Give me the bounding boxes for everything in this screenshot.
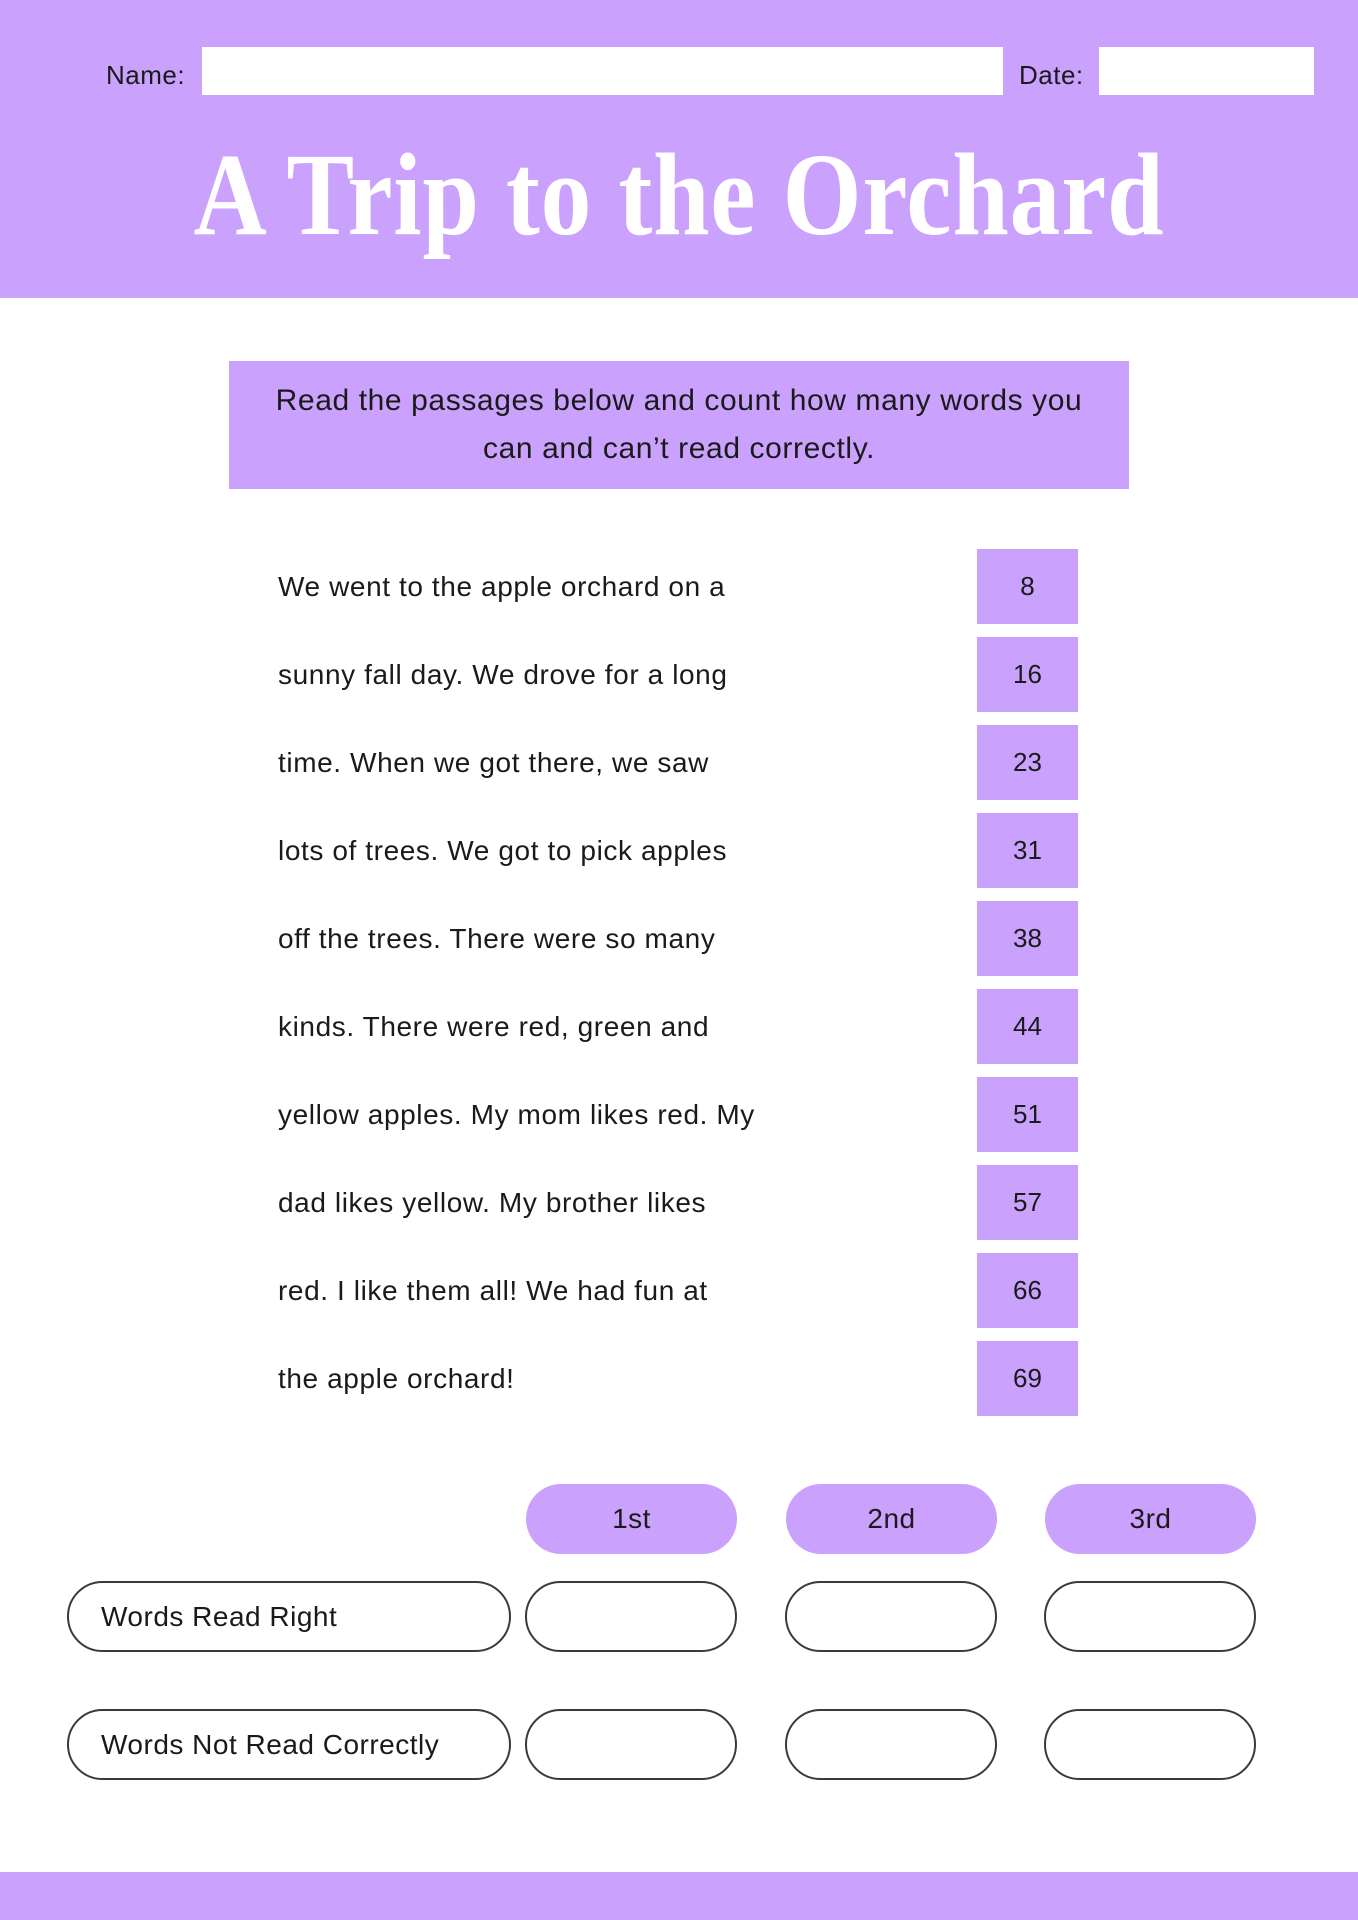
word-count-box: 38 bbox=[977, 901, 1078, 976]
passage-line-text: dad likes yellow. My brother likes bbox=[278, 1187, 707, 1218]
word-count-box: 16 bbox=[977, 637, 1078, 712]
passage-line-text: off the trees. There were so many bbox=[278, 923, 716, 954]
instructions-box: Read the passages below and count how ma… bbox=[229, 361, 1129, 489]
score-cell-right-3rd[interactable] bbox=[1044, 1581, 1256, 1652]
passage-line: time. When we got there, we saw 23 bbox=[278, 725, 1078, 813]
word-count-box: 66 bbox=[977, 1253, 1078, 1328]
passage-line: dad likes yellow. My brother likes 57 bbox=[278, 1165, 1078, 1253]
word-count-box: 51 bbox=[977, 1077, 1078, 1152]
score-cell-wrong-1st[interactable] bbox=[525, 1709, 737, 1780]
passage-line: red. I like them all! We had fun at 66 bbox=[278, 1253, 1078, 1341]
score-cell-right-1st[interactable] bbox=[525, 1581, 737, 1652]
date-field[interactable] bbox=[1099, 47, 1314, 95]
passage-line: lots of trees. We got to pick apples 31 bbox=[278, 813, 1078, 901]
score-cell-wrong-3rd[interactable] bbox=[1044, 1709, 1256, 1780]
passage-line: kinds. There were red, green and 44 bbox=[278, 989, 1078, 1077]
score-cell-wrong-2nd[interactable] bbox=[785, 1709, 997, 1780]
passage-line: sunny fall day. We drove for a long 16 bbox=[278, 637, 1078, 725]
column-header-2nd: 2nd bbox=[786, 1484, 997, 1554]
passage-line-text: red. I like them all! We had fun at bbox=[278, 1275, 708, 1306]
header-banner: Name: Date: A Trip to the Orchard bbox=[0, 0, 1358, 298]
footer-bar bbox=[0, 1872, 1358, 1920]
passage: We went to the apple orchard on a 8 sunn… bbox=[278, 549, 1078, 1429]
word-count-box: 57 bbox=[977, 1165, 1078, 1240]
passage-line-text: time. When we got there, we saw bbox=[278, 747, 709, 778]
score-cell-right-2nd[interactable] bbox=[785, 1581, 997, 1652]
name-field[interactable] bbox=[202, 47, 1003, 95]
column-header-3rd: 3rd bbox=[1045, 1484, 1256, 1554]
date-label: Date: bbox=[1019, 60, 1084, 90]
name-label: Name: bbox=[106, 60, 186, 90]
passage-line: yellow apples. My mom likes red. My 51 bbox=[278, 1077, 1078, 1165]
word-count-box: 23 bbox=[977, 725, 1078, 800]
word-count-box: 44 bbox=[977, 989, 1078, 1064]
passage-line-text: sunny fall day. We drove for a long bbox=[278, 659, 728, 690]
passage-line-text: kinds. There were red, green and bbox=[278, 1011, 710, 1042]
passage-line-text: We went to the apple orchard on a bbox=[278, 571, 726, 602]
passage-line: the apple orchard! 69 bbox=[278, 1341, 1078, 1429]
row-label-words-read-right: Words Read Right bbox=[67, 1581, 511, 1652]
instructions-text: Read the passages below and count how ma… bbox=[275, 384, 1083, 465]
passage-line: We went to the apple orchard on a 8 bbox=[278, 549, 1078, 637]
passage-line-text: the apple orchard! bbox=[278, 1363, 515, 1394]
word-count-box: 8 bbox=[977, 549, 1078, 624]
row-label-words-not-read-correctly: Words Not Read Correctly bbox=[67, 1709, 511, 1780]
page-title: A Trip to the Orchard bbox=[193, 129, 1165, 260]
column-header-1st: 1st bbox=[526, 1484, 737, 1554]
passage-line-text: yellow apples. My mom likes red. My bbox=[278, 1099, 755, 1130]
word-count-box: 31 bbox=[977, 813, 1078, 888]
passage-line-text: lots of trees. We got to pick apples bbox=[278, 835, 728, 866]
passage-line: off the trees. There were so many 38 bbox=[278, 901, 1078, 989]
word-count-box: 69 bbox=[977, 1341, 1078, 1416]
